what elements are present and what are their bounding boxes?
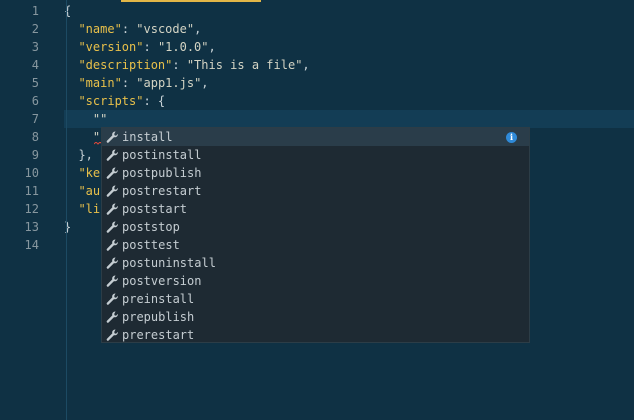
line-number: 3 (31, 40, 39, 54)
suggest-label: postrestart (122, 184, 202, 198)
code-editor[interactable]: 1 2 3 4 5 6 7 8 9 10 11 12 13 14 { "name… (0, 0, 634, 420)
colon-brace: : { (143, 94, 166, 108)
line-number: 4 (31, 58, 39, 72)
code-line-6[interactable]: "scripts": { (64, 92, 634, 110)
suggest-item-postpublish[interactable]: postpublish (102, 164, 529, 182)
json-key: "scripts" (78, 94, 144, 108)
wrench-icon (106, 311, 118, 323)
suggest-item-poststop[interactable]: poststop (102, 218, 529, 236)
line-number: 1 (31, 4, 39, 18)
suggest-item-postinstall[interactable]: postinstall (102, 146, 529, 164)
json-key: "main" (78, 76, 122, 90)
code-line-4[interactable]: "description": "This is a file", (64, 56, 634, 74)
code-line-1[interactable]: { (64, 2, 634, 20)
close-brace-comma: }, (78, 148, 93, 162)
line-number: 14 (24, 238, 39, 252)
info-icon[interactable]: i (506, 132, 517, 143)
comma: , (194, 22, 202, 36)
line-number: 5 (31, 76, 39, 90)
suggest-label: postpublish (122, 166, 202, 180)
comma: , (302, 58, 310, 72)
line-number: 10 (24, 166, 39, 180)
wrench-icon (106, 185, 118, 197)
json-key: "au (78, 184, 101, 198)
line-number: 7 (31, 112, 39, 126)
wrench-icon (106, 167, 118, 179)
code-line-2[interactable]: "name": "vscode", (64, 20, 634, 38)
suggest-item-install[interactable]: install i (102, 128, 529, 146)
suggest-item-poststart[interactable]: poststart (102, 200, 529, 218)
wrench-icon (106, 329, 118, 341)
wrench-icon (106, 257, 118, 269)
line-number: 12 (24, 202, 39, 216)
json-key: "li (78, 202, 101, 216)
suggest-widget[interactable]: install i postinstall postpublish postre… (101, 127, 530, 343)
suggest-item-postrestart[interactable]: postrestart (102, 182, 529, 200)
json-key: "description" (78, 58, 173, 72)
comma: , (208, 40, 216, 54)
line-number: 6 (31, 94, 39, 108)
json-value: "vscode" (136, 22, 195, 36)
line-number: 2 (31, 22, 39, 36)
code-line-7-current[interactable]: "" (64, 110, 634, 128)
suggest-label: postinstall (122, 148, 202, 162)
json-value: "This is a file" (186, 58, 303, 72)
json-value: "app1.js" (136, 76, 202, 90)
wrench-icon (106, 275, 118, 287)
json-key: "name" (78, 22, 122, 36)
suggest-label: poststop (122, 220, 180, 234)
code-line-5[interactable]: "main": "app1.js", (64, 74, 634, 92)
wrench-icon (106, 239, 118, 251)
suggest-label: prepublish (122, 310, 195, 324)
json-key: "ke (78, 166, 101, 180)
wrench-icon (106, 131, 118, 143)
line-number: 13 (24, 220, 39, 234)
code-line-3[interactable]: "version": "1.0.0", (64, 38, 634, 56)
wrench-icon (106, 221, 118, 233)
suggest-item-prepublish[interactable]: prepublish (102, 308, 529, 326)
comma: , (201, 76, 209, 90)
line-number-gutter: 1 2 3 4 5 6 7 8 9 10 11 12 13 14 (0, 0, 64, 420)
suggest-label: posttest (122, 238, 180, 252)
wrench-icon (106, 293, 118, 305)
empty-string: "" (92, 112, 108, 126)
suggest-item-prerestart[interactable]: prerestart (102, 326, 529, 342)
suggest-label: poststart (122, 202, 188, 216)
suggest-label: install (122, 130, 173, 144)
wrench-icon (106, 149, 118, 161)
colon: : (121, 22, 137, 36)
line-number: 11 (24, 184, 39, 198)
line-number: 8 (31, 130, 39, 144)
suggest-label: postversion (122, 274, 202, 288)
colon: : (143, 40, 158, 54)
wrench-icon (106, 203, 118, 215)
suggest-label: prerestart (122, 328, 195, 342)
suggest-item-postuninstall[interactable]: postuninstall (102, 254, 529, 272)
colon: : (172, 58, 187, 72)
line-number: 9 (31, 148, 39, 162)
suggest-item-preinstall[interactable]: preinstall (102, 290, 529, 308)
suggest-item-posttest[interactable]: posttest (102, 236, 529, 254)
colon: : (121, 76, 137, 90)
suggest-label: postuninstall (122, 256, 216, 270)
json-value: "1.0.0" (157, 40, 209, 54)
indent-guide (66, 0, 67, 420)
suggest-label: preinstall (122, 292, 195, 306)
suggest-item-postversion[interactable]: postversion (102, 272, 529, 290)
json-key: "version" (78, 40, 144, 54)
